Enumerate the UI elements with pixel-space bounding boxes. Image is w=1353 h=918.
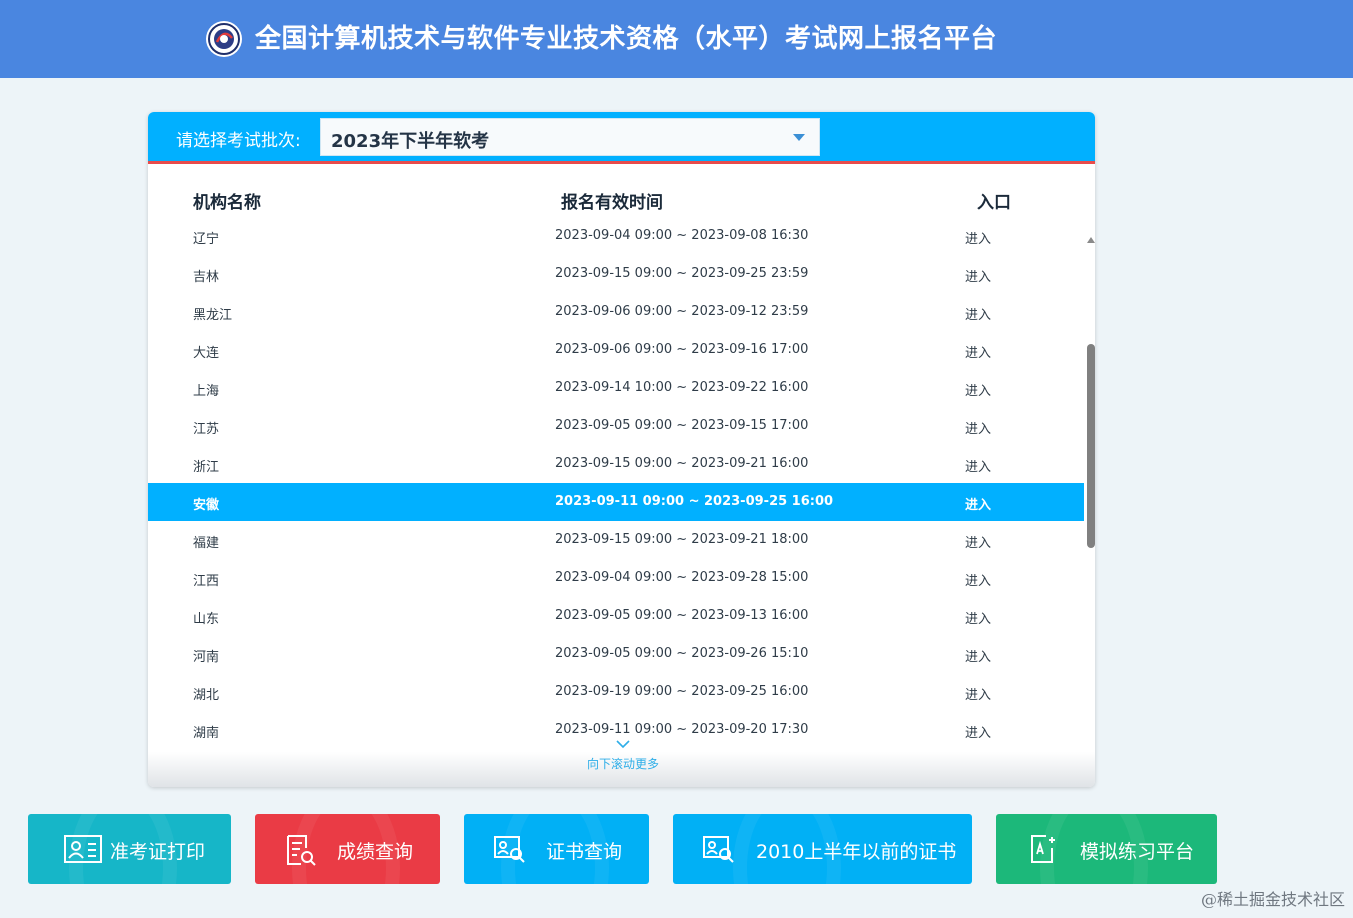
table-row[interactable]: 大连 2023-09-06 09:00 ~ 2023-09-16 17:00 进入: [148, 331, 1084, 369]
enter-link[interactable]: 进入: [965, 304, 991, 323]
registration-time-cell: 2023-09-15 09:00 ~ 2023-09-21 18:00: [555, 532, 809, 547]
enter-link[interactable]: 进入: [965, 380, 991, 399]
registration-time-cell: 2023-09-19 09:00 ~ 2023-09-25 16:00: [555, 684, 809, 699]
top-header: 全国计算机技术与软件专业技术资格（水平）考试网上报名平台: [0, 0, 1353, 78]
registration-time-cell: 2023-09-04 09:00 ~ 2023-09-08 16:30: [555, 228, 809, 243]
org-name-cell: 吉林: [193, 270, 220, 285]
org-name-cell: 浙江: [193, 460, 220, 475]
enter-link[interactable]: 进入: [965, 494, 991, 513]
table-row[interactable]: 安徽 2023-09-11 09:00 ~ 2023-09-25 16:00 进入: [148, 483, 1084, 521]
org-name-cell: 江西: [193, 574, 220, 589]
org-name-cell: 山东: [193, 612, 220, 627]
enter-link[interactable]: 进入: [965, 722, 991, 738]
exam-batch-panel: 请选择考试批次: 2023年下半年软考 机构名称 报名有效时间 入口 辽宁 202…: [148, 112, 1095, 787]
pre-2010-certificate-button[interactable]: 2010上半年以前的证书: [673, 814, 972, 884]
table-row[interactable]: 浙江 2023-09-15 09:00 ~ 2023-09-21 16:00 进入: [148, 445, 1084, 483]
batch-select-dropdown[interactable]: 2023年下半年软考: [320, 118, 820, 156]
table-row[interactable]: 辽宁 2023-09-04 09:00 ~ 2023-09-08 16:30 进入: [148, 228, 1084, 255]
enter-link[interactable]: 进入: [965, 456, 991, 475]
table-row[interactable]: 吉林 2023-09-15 09:00 ~ 2023-09-25 23:59 进入: [148, 255, 1084, 293]
table-row[interactable]: 山东 2023-09-05 09:00 ~ 2023-09-13 16:00 进入: [148, 597, 1084, 635]
org-name-cell: 安徽: [193, 498, 220, 513]
table-row[interactable]: 黑龙江 2023-09-06 09:00 ~ 2023-09-12 23:59 进入: [148, 293, 1084, 331]
practice-edit-icon: [1031, 835, 1055, 863]
table-row[interactable]: 福建 2023-09-15 09:00 ~ 2023-09-21 18:00 进入: [148, 521, 1084, 559]
enter-link[interactable]: 进入: [965, 266, 991, 285]
org-name-cell: 湖北: [193, 688, 220, 703]
registration-time-cell: 2023-09-15 09:00 ~ 2023-09-25 23:59: [555, 266, 809, 281]
table-row[interactable]: 江苏 2023-09-05 09:00 ~ 2023-09-15 17:00 进入: [148, 407, 1084, 445]
table-row[interactable]: 湖北 2023-09-19 09:00 ~ 2023-09-25 16:00 进入: [148, 673, 1084, 711]
scroll-more-hint[interactable]: 向下滚动更多: [568, 740, 678, 772]
registration-time-cell: 2023-09-11 09:00 ~ 2023-09-25 16:00: [555, 494, 834, 509]
registration-time-cell: 2023-09-05 09:00 ~ 2023-09-15 17:00: [555, 418, 809, 433]
enter-link[interactable]: 进入: [965, 418, 991, 437]
org-name-cell: 江苏: [193, 422, 220, 437]
org-name-cell: 辽宁: [193, 232, 220, 247]
enter-link[interactable]: 进入: [965, 608, 991, 627]
exam-logo-icon: [206, 21, 242, 57]
org-name-cell: 福建: [193, 536, 220, 551]
registration-time-cell: 2023-09-06 09:00 ~ 2023-09-12 23:59: [555, 304, 809, 319]
registration-time-cell: 2023-09-04 09:00 ~ 2023-09-28 15:00: [555, 570, 809, 585]
score-query-button[interactable]: 成绩查询: [255, 814, 440, 884]
column-header-org: 机构名称: [193, 193, 261, 213]
enter-link[interactable]: 进入: [965, 684, 991, 703]
registration-time-cell: 2023-09-11 09:00 ~ 2023-09-20 17:30: [555, 722, 809, 737]
certificate-query-label: 证书查询: [546, 841, 623, 863]
org-table-body[interactable]: 辽宁 2023-09-04 09:00 ~ 2023-09-08 16:30 进入吉…: [148, 228, 1095, 738]
registration-time-cell: 2023-09-14 10:00 ~ 2023-09-22 16:00: [555, 380, 809, 395]
enter-link[interactable]: 进入: [965, 570, 991, 589]
registration-time-cell: 2023-09-15 09:00 ~ 2023-09-21 16:00: [555, 456, 809, 471]
column-header-entry: 入口: [977, 193, 1011, 213]
batch-selector-bar: 请选择考试批次: 2023年下半年软考: [148, 112, 1095, 164]
org-name-cell: 上海: [193, 384, 220, 399]
org-name-cell: 湖南: [193, 726, 220, 738]
table-row[interactable]: 上海 2023-09-14 10:00 ~ 2023-09-22 16:00 进入: [148, 369, 1084, 407]
registration-time-cell: 2023-09-05 09:00 ~ 2023-09-26 15:10: [555, 646, 809, 661]
enter-link[interactable]: 进入: [965, 228, 991, 247]
batch-select-value: 2023年下半年软考: [331, 131, 490, 152]
scroll-up-arrow-icon[interactable]: [1087, 237, 1095, 243]
page-title: 全国计算机技术与软件专业技术资格（水平）考试网上报名平台: [255, 24, 998, 54]
registration-time-cell: 2023-09-05 09:00 ~ 2023-09-13 16:00: [555, 608, 809, 623]
admission-ticket-print-button[interactable]: 准考证打印: [28, 814, 231, 884]
table-row[interactable]: 江西 2023-09-04 09:00 ~ 2023-09-28 15:00 进入: [148, 559, 1084, 597]
enter-link[interactable]: 进入: [965, 342, 991, 361]
mock-practice-label: 模拟练习平台: [1080, 841, 1195, 863]
enter-link[interactable]: 进入: [965, 532, 991, 551]
batch-select-label: 请选择考试批次:: [176, 131, 301, 151]
org-name-cell: 黑龙江: [193, 308, 233, 323]
column-header-time: 报名有效时间: [561, 193, 663, 213]
mock-practice-button[interactable]: 模拟练习平台: [996, 814, 1217, 884]
org-name-cell: 河南: [193, 650, 220, 665]
pre-2010-certificate-label: 2010上半年以前的证书: [756, 841, 957, 863]
id-card-icon: [64, 835, 102, 863]
enter-link[interactable]: 进入: [965, 646, 991, 665]
chevron-down-icon: [616, 740, 630, 749]
chevron-down-icon: [793, 134, 805, 141]
registration-time-cell: 2023-09-06 09:00 ~ 2023-09-16 17:00: [555, 342, 809, 357]
certificate-query-button[interactable]: 证书查询: [464, 814, 649, 884]
certificate-search-icon: [703, 836, 734, 863]
score-query-label: 成绩查询: [337, 841, 414, 863]
scroll-more-text: 向下滚动更多: [586, 757, 659, 771]
admission-ticket-print-label: 准考证打印: [110, 841, 206, 863]
table-row[interactable]: 河南 2023-09-05 09:00 ~ 2023-09-26 15:10 进入: [148, 635, 1084, 673]
table-row[interactable]: 湖南 2023-09-11 09:00 ~ 2023-09-20 17:30 进入: [148, 711, 1084, 738]
org-name-cell: 大连: [193, 346, 220, 361]
watermark: @稀土掘金技术社区: [1200, 890, 1345, 909]
certificate-search-icon: [494, 836, 525, 863]
report-search-icon: [287, 835, 316, 866]
scrollbar-thumb[interactable]: [1087, 344, 1095, 548]
